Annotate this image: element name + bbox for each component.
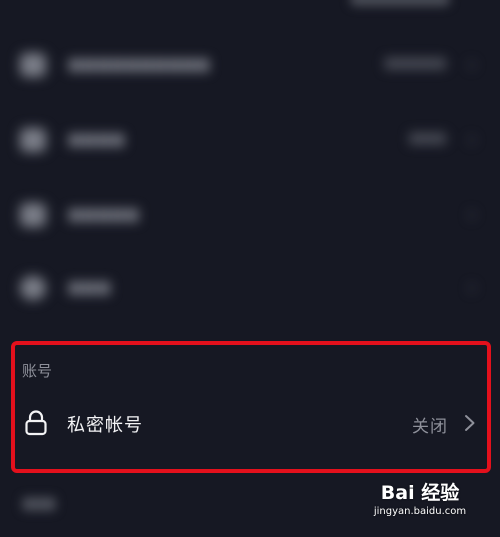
blurred-settings-list: ■■■■■■■■■■ ■■■■■ › ■■■■ ■■■ › ■■■■■ › ■■… bbox=[0, 0, 500, 330]
private-account-label: 私密帐号 bbox=[67, 415, 143, 436]
watermark-url: jingyan.baidu.com bbox=[373, 506, 467, 517]
blurred-icon bbox=[20, 276, 46, 300]
blurred-icon bbox=[20, 53, 46, 77]
blurred-label: ■■■■ bbox=[68, 130, 125, 148]
blurred-row[interactable]: ■■■■■■■■■■ ■■■■■ › bbox=[0, 40, 500, 90]
blurred-label: ■■■■■■■■■■ bbox=[68, 55, 210, 73]
private-account-status: 关闭 bbox=[412, 417, 448, 437]
chevron-right-icon: › bbox=[468, 202, 476, 226]
baidu-jingyan-watermark: Bai 经验 jingyan.baidu.com bbox=[360, 481, 480, 525]
blurred-row[interactable]: ■■■■■ › bbox=[0, 190, 500, 240]
chevron-right-icon: › bbox=[468, 275, 476, 299]
section-title-account: 账号 bbox=[22, 362, 53, 380]
chevron-right-icon: › bbox=[468, 127, 476, 151]
blurred-label: ■■■ bbox=[68, 278, 111, 296]
blurred-icon bbox=[20, 203, 46, 227]
blurred-icon bbox=[20, 128, 46, 152]
lock-icon bbox=[25, 410, 47, 436]
blurred-value: ■■■■■ bbox=[384, 56, 446, 71]
chevron-right-icon bbox=[465, 415, 475, 431]
blurred-row[interactable]: ■■■ › bbox=[0, 263, 500, 313]
blurred-value: ■■■ bbox=[409, 131, 446, 146]
watermark-logo: Bai 经验 bbox=[380, 482, 460, 504]
blurred-section-label bbox=[22, 497, 56, 511]
settings-screen: ■■■■■■■■■■ ■■■■■ › ■■■■ ■■■ › ■■■■■ › ■■… bbox=[0, 0, 500, 537]
chevron-right-icon: › bbox=[468, 52, 476, 76]
blurred-row[interactable]: ■■■■ ■■■ › bbox=[0, 115, 500, 165]
blurred-label: ■■■■■ bbox=[68, 205, 139, 223]
private-account-row[interactable]: 私密帐号 关闭 bbox=[12, 395, 492, 451]
